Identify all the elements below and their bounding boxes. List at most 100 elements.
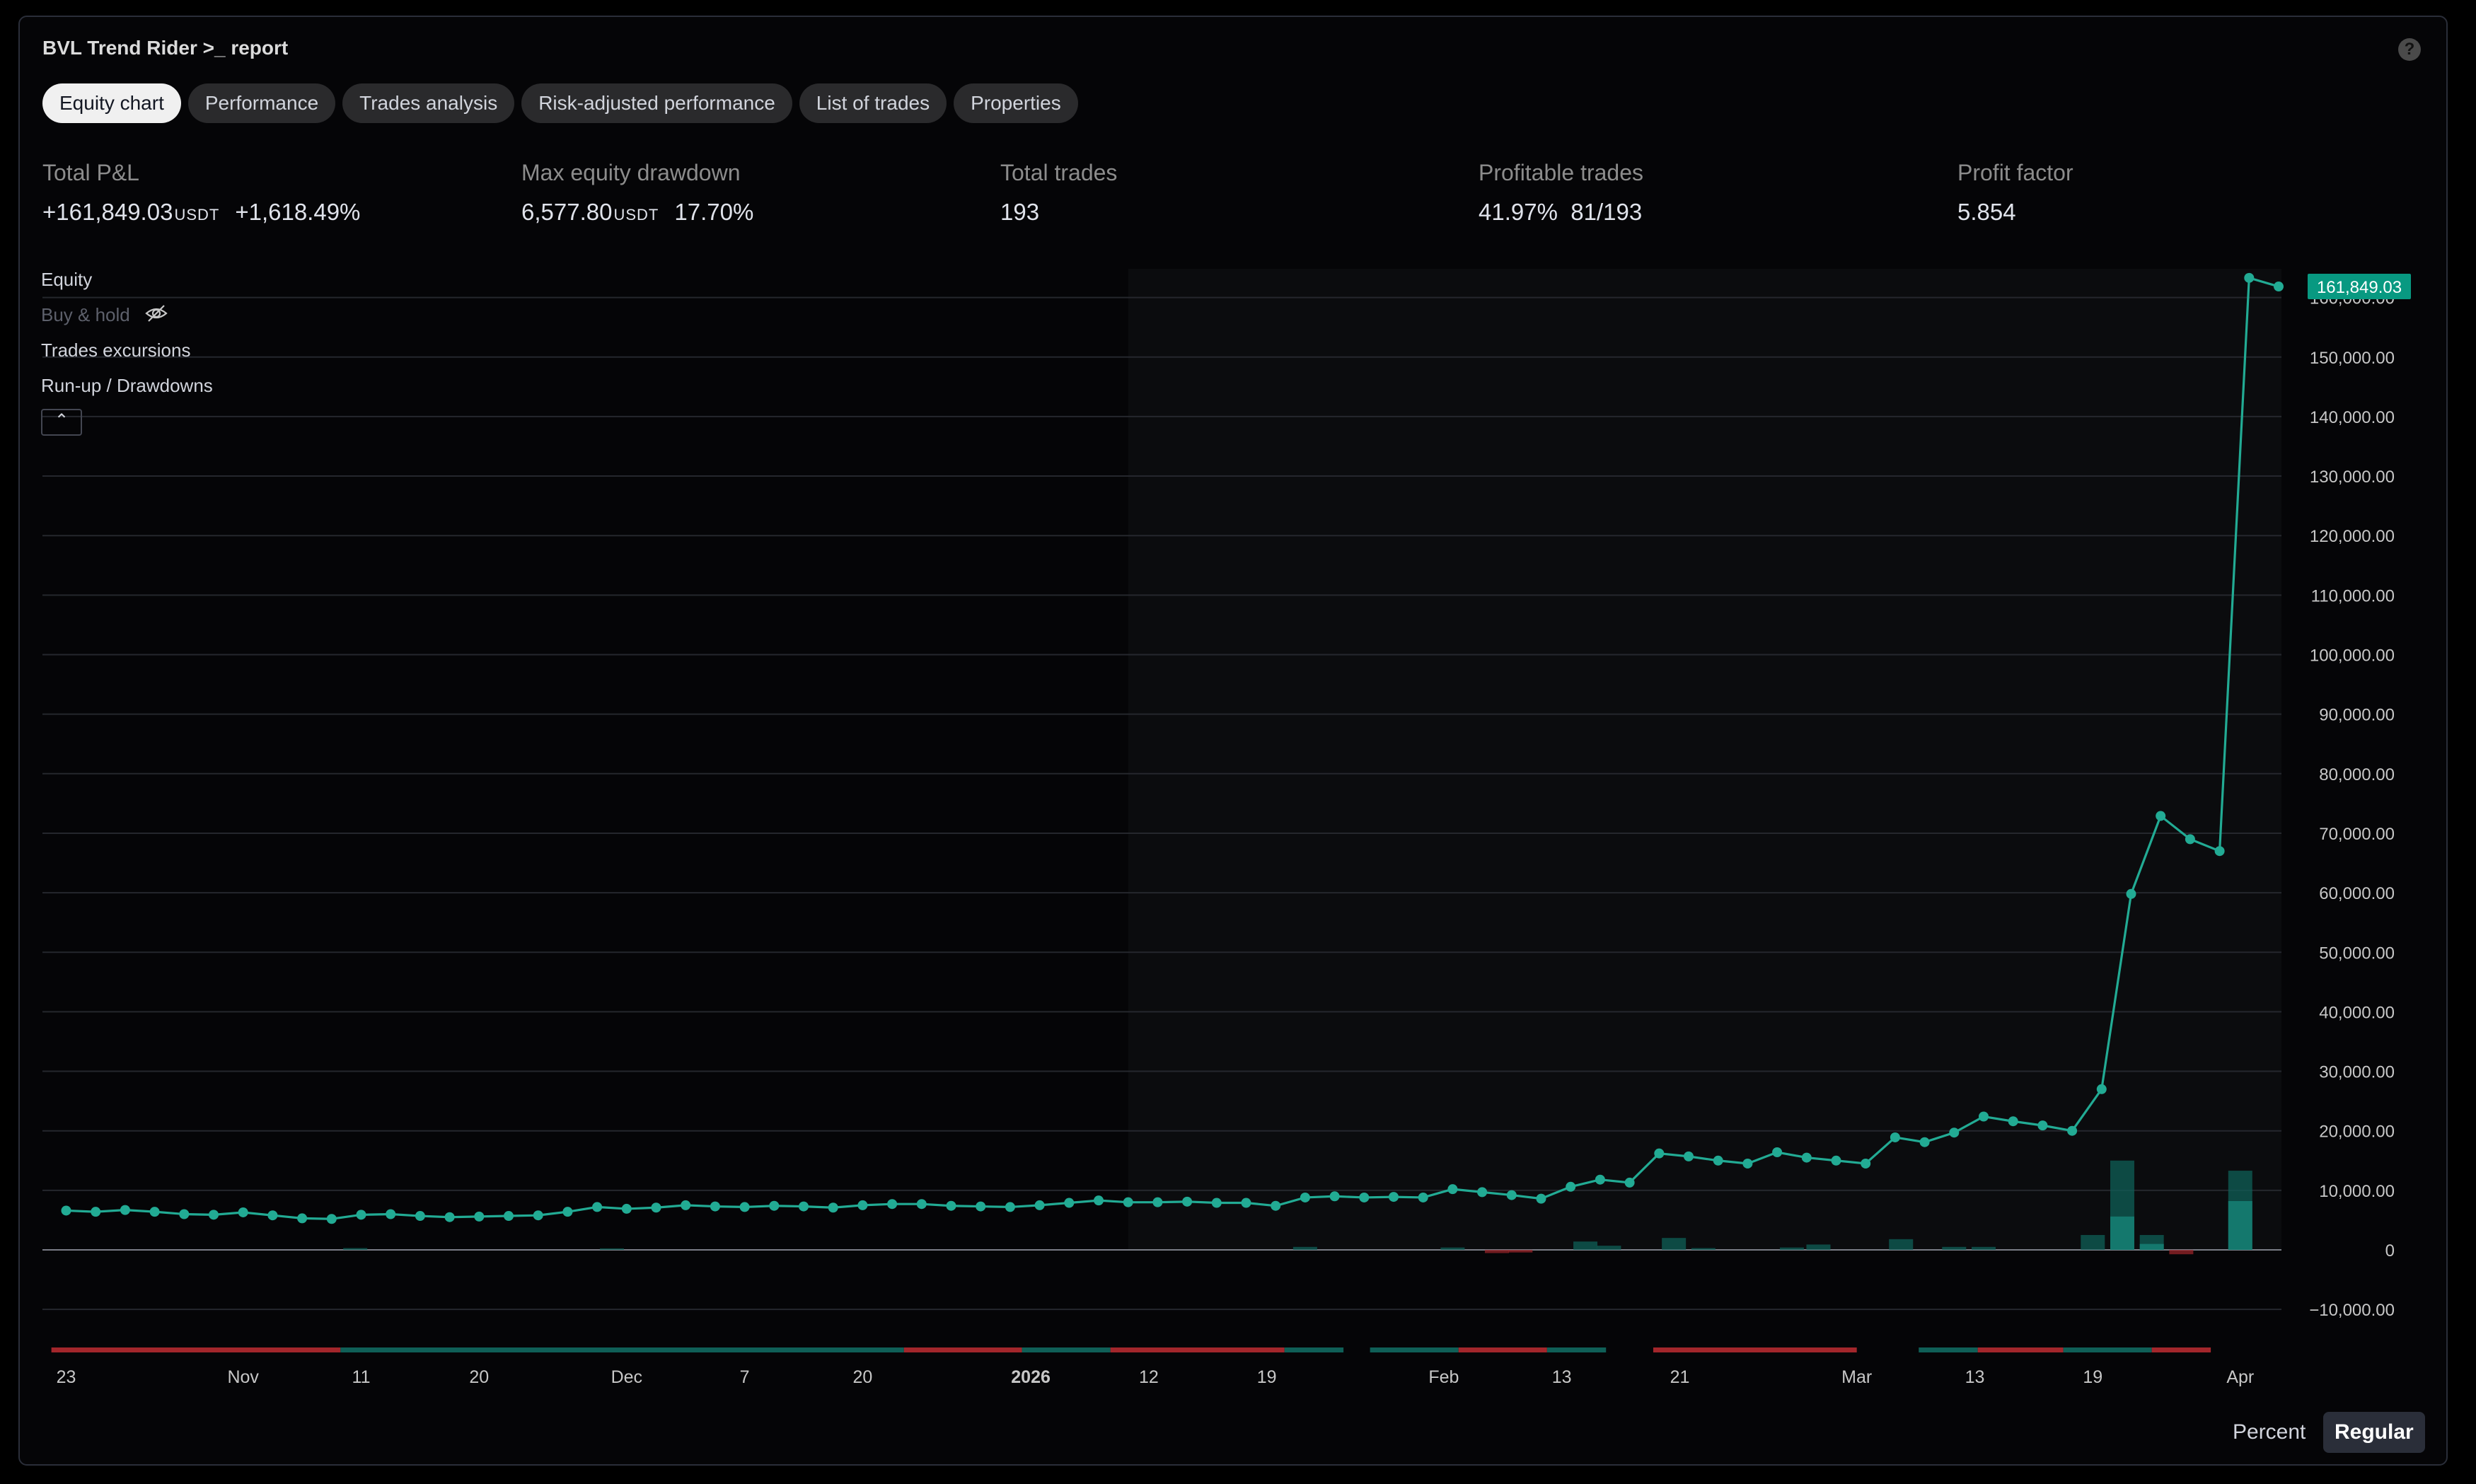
equity-point xyxy=(1447,1184,1458,1195)
equity-point xyxy=(621,1203,632,1214)
equity-point xyxy=(976,1201,986,1212)
trade-strip-segment xyxy=(1458,1347,1547,1352)
y-tick-label: 50,000.00 xyxy=(2319,944,2395,963)
legend-runup-drawdowns[interactable]: Run-up / Drawdowns xyxy=(41,373,213,409)
equity-chart[interactable]: −10,000.00 0 10,000.00 20,000.00 30,000.00 40… xyxy=(0,0,2476,1484)
x-tick-label: 2026 xyxy=(1011,1367,1051,1387)
equity-point xyxy=(1595,1174,1605,1185)
equity-point xyxy=(887,1199,898,1210)
runup-bar xyxy=(599,1248,624,1250)
equity-point xyxy=(326,1214,337,1224)
equity-point xyxy=(1477,1187,1488,1198)
x-tick-label: 23 xyxy=(57,1367,76,1387)
legend-buy-hold-label: Buy & hold xyxy=(41,304,130,325)
y-tick-label: −10,000.00 xyxy=(2309,1301,2395,1320)
equity-point xyxy=(739,1202,750,1212)
runup-bar xyxy=(1292,1246,1317,1250)
eye-off-icon[interactable] xyxy=(144,303,168,324)
x-tick-label: 21 xyxy=(1670,1367,1690,1387)
runup-bar xyxy=(1942,1246,1967,1250)
equity-point xyxy=(533,1210,543,1221)
trade-strip-segment xyxy=(1919,1347,1978,1352)
equity-point xyxy=(2067,1125,2078,1136)
x-tick-label: 12 xyxy=(1139,1367,1159,1387)
equity-point xyxy=(120,1205,130,1215)
equity-point xyxy=(1329,1191,1340,1202)
equity-point xyxy=(1919,1137,1930,1147)
equity-point xyxy=(857,1200,868,1210)
equity-point xyxy=(2185,834,2195,845)
runup-bar xyxy=(1691,1248,1716,1250)
legend-buy-hold[interactable]: Buy & hold xyxy=(41,303,213,338)
runup-bar xyxy=(1597,1246,1621,1250)
y-tick-label: 80,000.00 xyxy=(2319,765,2395,784)
x-tick-label: 20 xyxy=(852,1367,872,1387)
trade-strip-segment xyxy=(1284,1347,1344,1352)
equity-point xyxy=(1152,1197,1163,1207)
equity-point xyxy=(504,1211,514,1222)
equity-point xyxy=(2126,888,2136,899)
legend-equity[interactable]: Equity xyxy=(41,267,213,303)
equity-point xyxy=(1094,1195,1104,1206)
trade-strip-segment xyxy=(1370,1347,1459,1352)
y-tick-label: 30,000.00 xyxy=(2319,1063,2395,1082)
y-tick-label: 60,000.00 xyxy=(2319,884,2395,903)
collapse-legend-button[interactable]: ⌃ xyxy=(41,409,82,436)
equity-point xyxy=(267,1210,278,1221)
equity-point xyxy=(1624,1177,1635,1188)
equity-point xyxy=(1182,1196,1193,1207)
equity-point xyxy=(1271,1200,1281,1211)
percent-button[interactable]: Percent xyxy=(2221,1412,2317,1453)
y-tick-label: 10,000.00 xyxy=(2319,1182,2395,1201)
equity-point xyxy=(1654,1148,1665,1159)
trade-strip-segment xyxy=(1110,1347,1285,1352)
legend-trades-excursions[interactable]: Trades excursions xyxy=(41,338,213,373)
y-tick-label: 130,000.00 xyxy=(2310,468,2395,487)
equity-point xyxy=(149,1207,160,1217)
equity-point xyxy=(1506,1190,1517,1200)
equity-point xyxy=(1064,1198,1075,1208)
equity-point xyxy=(651,1202,661,1213)
equity-point xyxy=(562,1207,573,1217)
equity-point xyxy=(1831,1155,1841,1166)
drawdown-bar xyxy=(1484,1250,1509,1253)
equity-point xyxy=(238,1207,248,1217)
runup-bar xyxy=(2081,1234,2105,1250)
equity-point xyxy=(1300,1192,1310,1202)
equity-point xyxy=(91,1207,101,1217)
equity-point xyxy=(1890,1132,1900,1142)
trade-strip-segment xyxy=(1546,1347,1607,1352)
equity-point xyxy=(415,1211,425,1222)
equity-point xyxy=(1861,1158,1871,1169)
trade-strip-segment xyxy=(51,1347,341,1352)
equity-point xyxy=(2274,282,2284,292)
equity-point xyxy=(1536,1193,1546,1204)
runup-bar xyxy=(343,1248,368,1250)
y-tick-label: 110,000.00 xyxy=(2311,586,2395,605)
y-tick-label: 0 xyxy=(2385,1241,2395,1260)
equity-point xyxy=(2244,272,2255,283)
equity-point xyxy=(1123,1197,1133,1207)
equity-point xyxy=(1713,1155,1723,1166)
x-tick-label: 19 xyxy=(2083,1367,2102,1387)
runup-bar xyxy=(1779,1247,1804,1250)
equity-point xyxy=(916,1199,927,1210)
equity-point xyxy=(2096,1084,2107,1094)
equity-point xyxy=(1684,1151,1694,1161)
drawdown-bar xyxy=(2169,1250,2194,1255)
y-tick-label: 140,000.00 xyxy=(2310,408,2395,427)
regular-button[interactable]: Regular xyxy=(2323,1412,2425,1453)
equity-point xyxy=(356,1210,366,1220)
equity-point xyxy=(179,1209,190,1219)
x-tick-label: 11 xyxy=(352,1367,371,1387)
x-tick-label: 13 xyxy=(1965,1367,1985,1387)
equity-point xyxy=(1801,1152,1812,1163)
equity-point xyxy=(592,1202,603,1212)
trade-strip-segment xyxy=(2151,1347,2211,1352)
equity-point xyxy=(297,1213,308,1224)
equity-point xyxy=(1359,1192,1370,1202)
runup-bar xyxy=(1889,1239,1914,1250)
trade-strip-segment xyxy=(1977,1347,2064,1352)
y-tick-label: 40,000.00 xyxy=(2319,1003,2395,1022)
equity-point xyxy=(1034,1200,1045,1210)
